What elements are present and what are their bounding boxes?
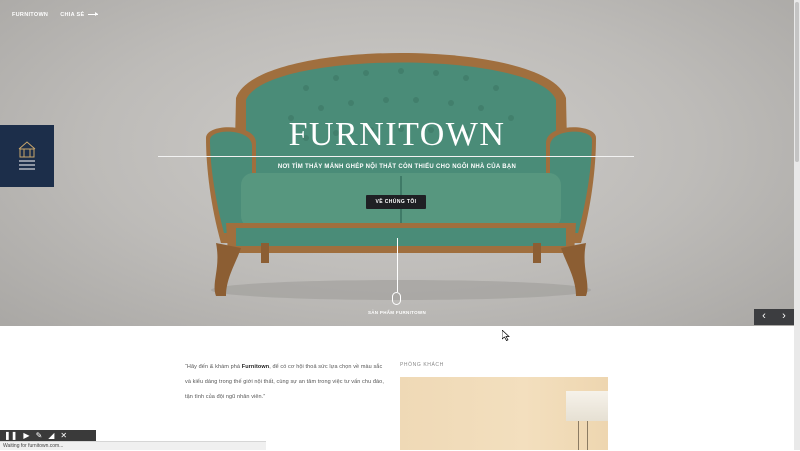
share-link[interactable]: CHIA SẺ xyxy=(60,12,99,18)
hero-title: FURNITOWN xyxy=(288,116,506,153)
top-nav: FURNITOWN CHIA SẺ xyxy=(12,12,99,18)
slider-nav: ‹ › xyxy=(754,309,794,325)
share-label: CHIA SẺ xyxy=(60,12,85,18)
scroll-line xyxy=(397,238,398,292)
lamp-pole xyxy=(587,421,588,450)
scrollbar-thumb[interactable] xyxy=(795,2,799,162)
lamp-shade xyxy=(566,391,608,421)
lamp-leg xyxy=(578,421,579,450)
arrow-right-icon xyxy=(88,12,99,17)
browser-status-bar: Waiting for furnitown.com... xyxy=(0,441,266,450)
living-room-image[interactable] xyxy=(400,377,608,450)
next-slide-button[interactable]: › xyxy=(774,309,794,325)
mouse-scroll-icon[interactable] xyxy=(392,292,401,305)
hero-subtitle: NƠI TÌM THẤY MẢNH GHÉP NỘI THẤT CÒN THIẾ… xyxy=(277,164,517,170)
living-room-label[interactable]: PHÒNG KHÁCH xyxy=(400,362,444,368)
quote-start: “Hãy đến & khám phá xyxy=(185,364,242,370)
intro-quote: “Hãy đến & khám phá Furnitown, để có cơ … xyxy=(185,360,385,405)
quote-brand: Furnitown xyxy=(241,364,270,370)
prev-slide-button[interactable]: ‹ xyxy=(754,309,774,325)
products-link[interactable]: SẢN PHẨM FURNITOWN xyxy=(0,310,794,315)
hero-banner: FURNITOWN CHIA SẺ FURNITOWN NƠI TÌM THẤY… xyxy=(0,0,794,326)
about-us-button[interactable]: VỀ CHÚNG TÔI xyxy=(366,195,426,209)
mouse-cursor-icon xyxy=(502,330,510,341)
page-scrollbar[interactable] xyxy=(794,0,800,450)
brand-link[interactable]: FURNITOWN xyxy=(12,12,48,18)
hero-divider xyxy=(158,156,634,157)
